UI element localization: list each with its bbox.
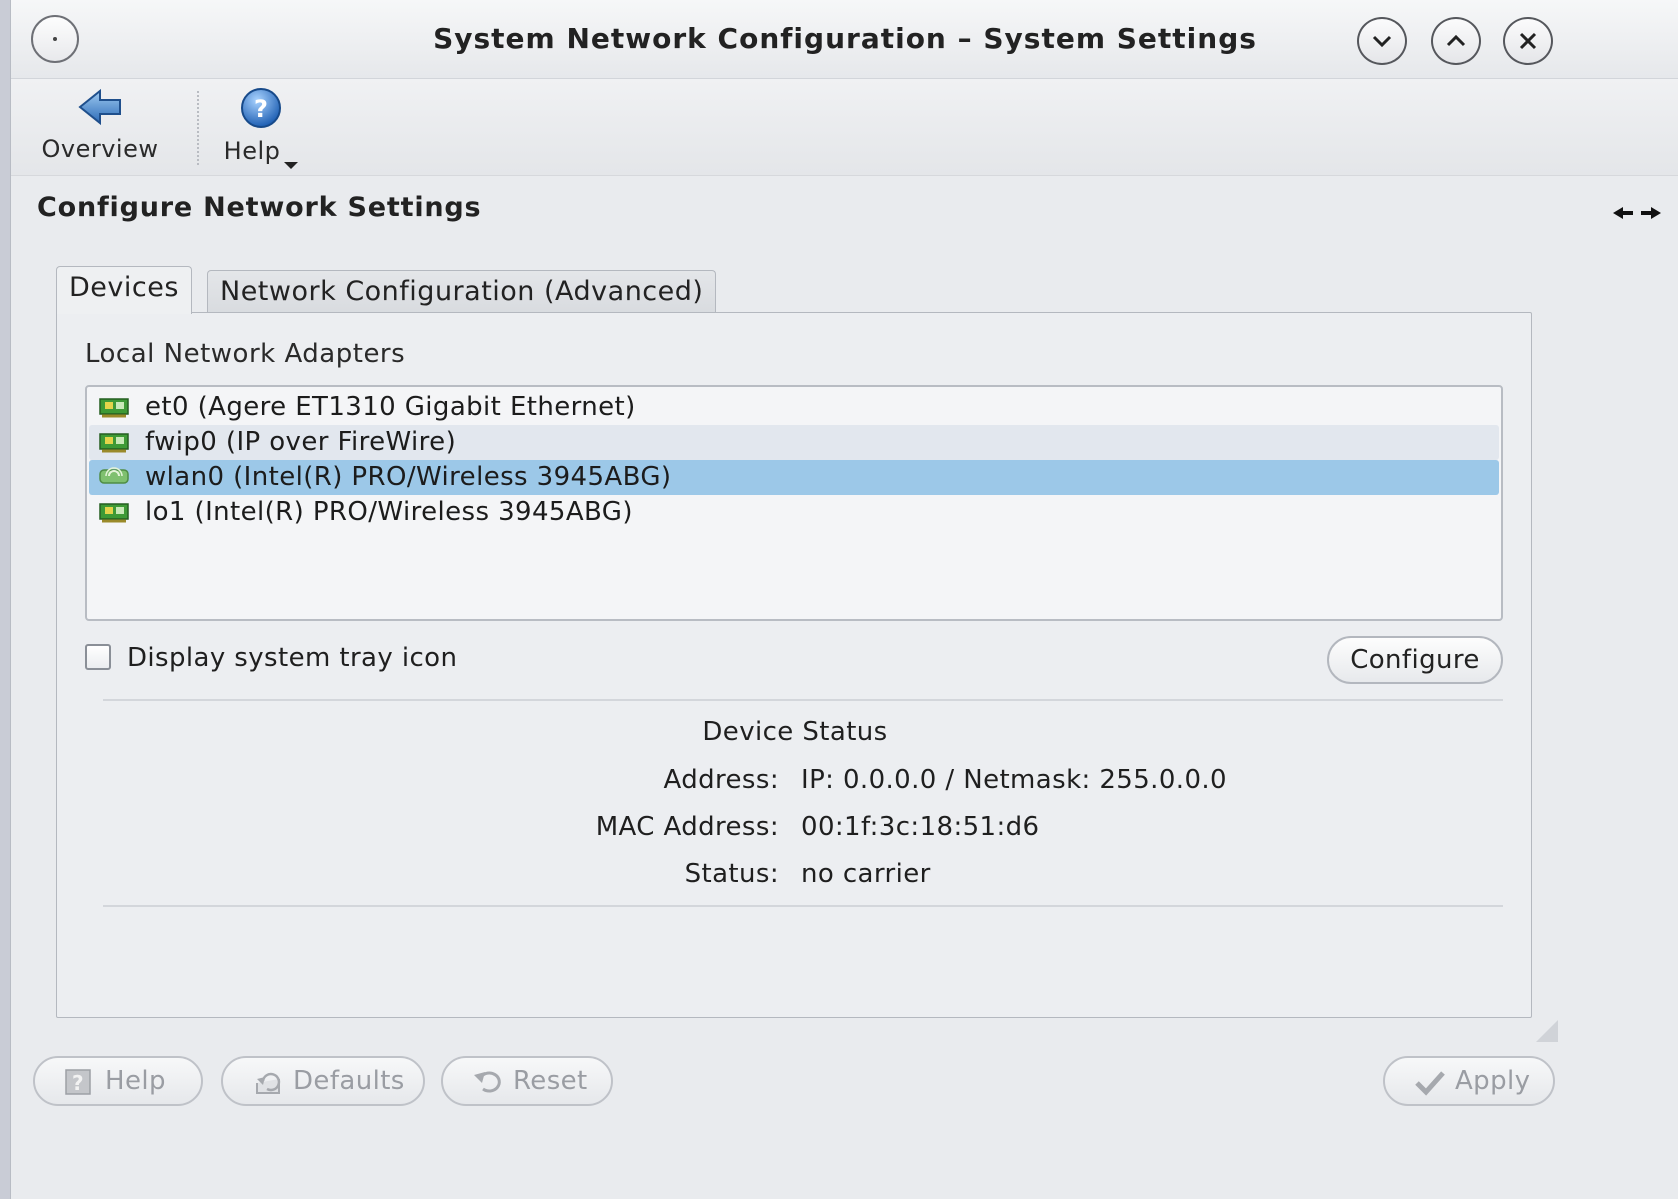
tab-devices-label: Devices	[69, 272, 179, 303]
network-card-icon	[99, 503, 129, 523]
resize-grip-icon[interactable]	[1536, 1020, 1558, 1042]
address-key: Address:	[663, 765, 779, 795]
reset-button[interactable]: Reset	[441, 1056, 613, 1106]
close-icon	[1519, 32, 1537, 50]
overview-label: Overview	[41, 135, 159, 163]
dropdown-caret-icon	[284, 162, 299, 169]
chevron-down-icon	[1372, 35, 1392, 48]
help-icon: ?	[65, 1069, 91, 1095]
title-bar: System Network Configuration – System Se…	[11, 0, 1678, 79]
window-title: System Network Configuration – System Se…	[433, 22, 1257, 55]
overview-button[interactable]: Overview	[33, 87, 167, 163]
devices-panel: Local Network Adapters et0 (Agere ET1310…	[56, 312, 1532, 1018]
section-label: Local Network Adapters	[85, 339, 406, 369]
tray-icon-option[interactable]: Display system tray icon	[85, 643, 457, 677]
address-value: IP: 0.0.0.0 / Netmask: 255.0.0.0	[801, 765, 1227, 795]
adapter-label: wlan0 (Intel(R) PRO/Wireless 3945ABG)	[145, 462, 672, 492]
adapter-label: lo1 (Intel(R) PRO/Wireless 3945ABG)	[145, 497, 633, 527]
status-value: no carrier	[801, 859, 931, 889]
adapter-label: fwip0 (IP over FireWire)	[145, 427, 457, 457]
mac-address-value: 00:1f:3c:18:51:d6	[801, 812, 1040, 842]
adapter-label: et0 (Agere ET1310 Gigabit Ethernet)	[145, 392, 636, 422]
toolbar-separator	[197, 91, 199, 165]
adapter-item-et0[interactable]: et0 (Agere ET1310 Gigabit Ethernet)	[89, 390, 1499, 425]
adapter-item-wlan0[interactable]: wlan0 (Intel(R) PRO/Wireless 3945ABG)	[89, 460, 1499, 495]
status-key: Status:	[684, 859, 779, 889]
help-button[interactable]: ? Help	[33, 1056, 203, 1106]
tab-network-configuration-advanced[interactable]: Network Configuration (Advanced)	[207, 270, 717, 314]
toolbar: Overview ? Help	[11, 79, 1678, 176]
close-button[interactable]	[1503, 17, 1553, 65]
maximize-button[interactable]	[1431, 17, 1481, 65]
tab-devices[interactable]: Devices	[56, 266, 192, 314]
svg-text:?: ?	[72, 1071, 84, 1095]
tray-icon-checkbox[interactable]	[85, 644, 111, 670]
svg-text:?: ?	[254, 95, 268, 123]
settings-window: System Network Configuration – System Se…	[10, 0, 1678, 1199]
defaults-button-label: Defaults	[293, 1066, 405, 1096]
adapter-list[interactable]: et0 (Agere ET1310 Gigabit Ethernet) fwip…	[85, 385, 1503, 621]
divider	[103, 905, 1503, 907]
divider	[103, 699, 1503, 701]
defaults-button[interactable]: Defaults	[221, 1056, 425, 1106]
help-button-label: Help	[105, 1066, 166, 1096]
page-title: Configure Network Settings	[37, 192, 482, 223]
network-card-icon	[99, 433, 129, 453]
defaults-icon	[256, 1072, 281, 1094]
back-arrow-icon	[78, 88, 121, 126]
mac-address-key: MAC Address:	[595, 812, 779, 842]
reset-button-label: Reset	[513, 1066, 588, 1096]
network-card-icon	[99, 398, 129, 418]
apply-button-label: Apply	[1455, 1066, 1531, 1096]
apply-button[interactable]: Apply	[1383, 1056, 1555, 1106]
adapter-item-lo1[interactable]: lo1 (Intel(R) PRO/Wireless 3945ABG)	[89, 495, 1499, 530]
help-icon: ?	[241, 88, 281, 128]
device-status-title: Device Status	[702, 717, 888, 747]
minimize-button[interactable]	[1357, 17, 1407, 65]
tab-advanced-label: Network Configuration (Advanced)	[220, 276, 704, 307]
arrows-left-right-icon	[1613, 207, 1661, 219]
adapter-item-fwip0[interactable]: fwip0 (IP over FireWire)	[89, 425, 1499, 460]
undo-icon	[474, 1071, 501, 1093]
help-menu-button[interactable]: ? Help	[216, 87, 306, 169]
help-label: Help	[223, 137, 281, 165]
tray-icon-checkbox-label: Display system tray icon	[127, 643, 458, 673]
configure-button[interactable]: Configure	[1327, 636, 1503, 684]
chevron-up-icon	[1446, 34, 1466, 47]
wireless-card-icon	[99, 467, 129, 484]
checkmark-icon	[1415, 1071, 1445, 1096]
